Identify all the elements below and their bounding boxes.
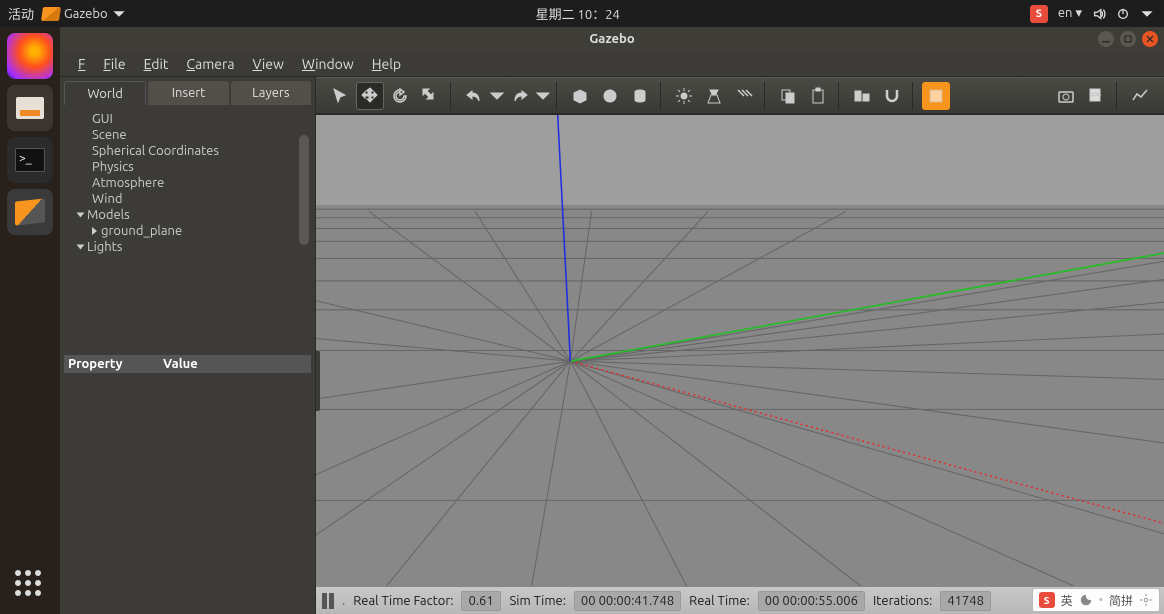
copy-button[interactable] xyxy=(774,82,802,110)
menu-file[interactable]: File xyxy=(103,56,125,72)
select-tool[interactable] xyxy=(326,82,354,110)
undo-dropdown[interactable] xyxy=(490,82,504,110)
tree-atmosphere[interactable]: Atmosphere xyxy=(68,175,307,191)
launcher-firefox[interactable] xyxy=(7,33,53,79)
clock[interactable]: 星期二 10：24 xyxy=(126,4,1030,23)
scrollbar[interactable] xyxy=(299,135,309,245)
panel-tabs: World Insert Layers xyxy=(64,81,311,105)
align-tool[interactable] xyxy=(848,82,876,110)
real-time-label: Real Time: xyxy=(689,594,750,608)
left-panel: World Insert Layers GUI Scene Spherical … xyxy=(60,77,316,614)
directional-light-tool[interactable] xyxy=(730,82,758,110)
ime-mode[interactable]: 英 xyxy=(1061,592,1073,609)
sogou-icon: S xyxy=(1039,592,1055,608)
launcher-files[interactable] xyxy=(7,85,53,131)
menu-camera[interactable]: Camera xyxy=(186,56,234,72)
gazebo-icon xyxy=(41,7,61,21)
menubar: Fdocument.currentScript.previousSibling.… xyxy=(60,51,1164,77)
system-topbar: 活动 Gazebo 星期二 10：24 S en ▾ xyxy=(0,0,1164,27)
translate-tool[interactable] xyxy=(356,82,384,110)
svg-text:LOG: LOG xyxy=(1091,91,1101,97)
launcher-gazebo[interactable] xyxy=(7,189,53,235)
menu-file[interactable]: Fdocument.currentScript.previousSibling.… xyxy=(78,56,85,72)
close-button[interactable] xyxy=(1142,31,1158,47)
toolbar: LOG xyxy=(316,77,1164,115)
tree-ground-plane[interactable]: ground_plane xyxy=(68,223,307,239)
scale-tool[interactable] xyxy=(416,82,444,110)
expand-icon xyxy=(77,245,85,250)
menu-view[interactable]: View xyxy=(253,56,284,72)
paste-button[interactable] xyxy=(804,82,832,110)
app-grid-button[interactable] xyxy=(15,570,45,600)
tree-wind[interactable]: Wind xyxy=(68,191,307,207)
expand-icon xyxy=(77,213,85,218)
active-app-indicator[interactable]: Gazebo xyxy=(42,7,126,21)
launcher-dock: >_ xyxy=(0,27,60,614)
tab-layers[interactable]: Layers xyxy=(231,81,311,105)
sim-time-value: 00 00:00:41.748 xyxy=(574,591,681,611)
tree-scene[interactable]: Scene xyxy=(68,127,307,143)
sim-time-label: Sim Time: xyxy=(509,594,565,608)
sphere-tool[interactable] xyxy=(596,82,624,110)
3d-viewport[interactable] xyxy=(316,115,1164,586)
view-angle-tool[interactable] xyxy=(922,82,950,110)
real-time-value: 00 00:00:55.006 xyxy=(758,591,865,611)
chevron-down-icon[interactable] xyxy=(1140,7,1154,21)
gear-icon[interactable] xyxy=(1139,593,1153,607)
box-tool[interactable] xyxy=(566,82,594,110)
power-icon[interactable] xyxy=(1116,7,1130,21)
panel-collapse-handle[interactable] xyxy=(316,351,320,411)
snap-tool[interactable] xyxy=(878,82,906,110)
volume-icon[interactable] xyxy=(1092,7,1106,21)
redo-button[interactable] xyxy=(506,82,534,110)
expand-icon xyxy=(92,227,97,235)
menu-window[interactable]: Window xyxy=(302,56,354,72)
spot-light-tool[interactable] xyxy=(700,82,728,110)
tree-lights[interactable]: Lights xyxy=(68,239,307,255)
world-tree: GUI Scene Spherical Coordinates Physics … xyxy=(64,105,311,355)
menu-help[interactable]: Help xyxy=(372,56,401,72)
redo-dropdown[interactable] xyxy=(536,82,550,110)
menu-edit[interactable]: Edit xyxy=(144,56,169,72)
iterations-label: Iterations: xyxy=(873,594,932,608)
tree-physics[interactable]: Physics xyxy=(68,159,307,175)
property-col: Property xyxy=(68,357,163,371)
activities-button[interactable]: 活动 xyxy=(8,4,34,23)
window-title: Gazebo xyxy=(60,32,1164,46)
sogou-ime-indicator[interactable]: S xyxy=(1030,5,1048,23)
tree-spherical-coordinates[interactable]: Spherical Coordinates xyxy=(68,143,307,159)
titlebar[interactable]: Gazebo xyxy=(60,27,1164,51)
iterations-value: 41748 xyxy=(940,591,991,611)
tree-gui[interactable]: GUI xyxy=(68,111,307,127)
rotate-tool[interactable] xyxy=(386,82,414,110)
pause-button[interactable] xyxy=(322,593,334,609)
tree-models[interactable]: Models xyxy=(68,207,307,223)
log-button[interactable]: LOG xyxy=(1082,82,1110,110)
tab-insert[interactable]: Insert xyxy=(148,81,228,105)
maximize-button[interactable] xyxy=(1120,31,1136,47)
point-light-tool[interactable] xyxy=(670,82,698,110)
cylinder-tool[interactable] xyxy=(626,82,654,110)
rtf-label: Real Time Factor: xyxy=(353,594,453,608)
property-panel xyxy=(64,373,311,611)
moon-icon[interactable] xyxy=(1079,593,1093,607)
ime-input-type[interactable]: 简拼 xyxy=(1109,592,1133,609)
minimize-button[interactable] xyxy=(1098,31,1114,47)
launcher-terminal[interactable]: >_ xyxy=(7,137,53,183)
rtf-value: 0.61 xyxy=(461,591,501,611)
chevron-down-icon xyxy=(112,7,126,21)
property-header: Property Value xyxy=(64,355,311,373)
main-area: LOG xyxy=(316,77,1164,614)
undo-button[interactable] xyxy=(460,82,488,110)
value-col: Value xyxy=(163,357,198,371)
plot-button[interactable] xyxy=(1126,82,1154,110)
tab-world[interactable]: World xyxy=(64,81,146,105)
screenshot-button[interactable] xyxy=(1052,82,1080,110)
gazebo-window: Gazebo Fdocument.currentScript.previousS… xyxy=(60,27,1164,614)
ime-floating-bar[interactable]: S 英 • 简拼 xyxy=(1032,588,1160,612)
language-indicator[interactable]: en ▾ xyxy=(1058,6,1082,21)
